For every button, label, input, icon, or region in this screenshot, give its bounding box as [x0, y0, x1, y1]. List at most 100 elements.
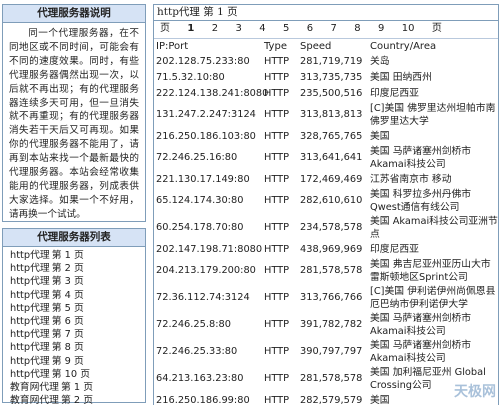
pager-prefix: 页: [160, 23, 170, 34]
ip-port-cell[interactable]: 222.124.138.241:8080: [154, 85, 268, 101]
table-row: 64.213.163.23:80 HTTP 281,578,578 美国 加利福尼亚州…: [154, 365, 498, 392]
type-cell: HTTP: [264, 243, 290, 255]
speed-cell: 235,500,516: [300, 87, 363, 99]
ip-port-cell[interactable]: 72.246.25.33:80: [154, 338, 262, 365]
speed-cell: 172,469,469: [300, 173, 363, 185]
speed-cell: 234,578,578: [300, 222, 363, 233]
speed-cell: 282,610,610: [300, 195, 363, 206]
proxy-list-link[interactable]: http代理第 10 页: [10, 368, 145, 381]
ip-port-cell[interactable]: 72.246.25.8:80: [154, 311, 262, 338]
proxy-table-panel: http代理 第 1 页 页 1 2 3 4 5 6 7 8 9 10 页 IP…: [153, 4, 499, 405]
pager-link[interactable]: 6: [307, 21, 313, 36]
proxy-info-text: 同一个代理服务器，在不同地区或不同时间，可能会有不同的速度效果。同时，有些代理服…: [9, 28, 139, 220]
ip-port-cell[interactable]: 131.247.2.247:3124: [154, 101, 262, 128]
proxy-list-panel: 代理服务器列表 http代理第 1 页 http代理第 2 页 http代理第 …: [2, 228, 146, 406]
ip-port-cell[interactable]: 216.250.186.99:80: [154, 392, 262, 406]
speed-cell: 391,782,782: [300, 319, 363, 330]
ip-port-cell[interactable]: 204.213.179.200:80: [154, 257, 262, 284]
table-row: 204.213.179.200:80 HTTP 281,578,578 美国 弗吉尼亚…: [154, 257, 498, 284]
table-row: 216.250.186.99:80 HTTP 282,579,579 美国: [154, 392, 498, 406]
table-row: 222.124.138.241:8080 HTTP 235,500,516 印度尼西亚: [154, 85, 498, 101]
table-row: 72.246.25.33:80 HTTP 390,797,797 美国 马萨诸塞州剑桥…: [154, 338, 498, 365]
pager-link[interactable]: 5: [283, 21, 289, 36]
type-cell: HTTP: [264, 195, 290, 206]
area-cell: 美国 马萨诸塞州剑桥市Akamai科技公司: [370, 339, 472, 364]
type-cell: HTTP: [264, 109, 290, 120]
area-cell: [C]美国 伊利诺伊州尚佩恩县厄巴纳市伊利诺伊大学: [370, 285, 496, 310]
pager-suffix: 页: [431, 23, 442, 34]
speed-cell: 390,797,797: [300, 346, 363, 357]
column-header-type: Type: [264, 40, 287, 52]
ip-port-cell[interactable]: 71.5.32.10:80: [154, 69, 262, 85]
area-cell: 美国 Akamai科技公司亚洲节点: [370, 215, 498, 240]
table-row: 202.128.75.233:80 HTTP 281,719,719 关岛: [154, 53, 498, 69]
speed-cell: 313,641,641: [300, 152, 363, 163]
proxy-table: IP:Port Type Speed Country/Area 202.128.…: [154, 39, 498, 406]
proxy-list-link[interactable]: http代理第 8 页: [10, 341, 145, 354]
pager-link[interactable]: 1: [187, 21, 194, 36]
table-row: 72.36.112.74:3124 HTTP 313,766,766 [C]美国 伊利…: [154, 284, 498, 311]
pager-link[interactable]: 3: [235, 21, 241, 36]
speed-cell: 438,969,969: [300, 243, 363, 255]
type-cell: HTTP: [264, 152, 290, 163]
proxy-list-link[interactable]: http代理第 3 页: [10, 275, 145, 288]
proxy-list-link[interactable]: 教育网代理第 1 页: [10, 381, 145, 394]
ip-port-cell[interactable]: 202.147.198.71:8080: [154, 241, 262, 257]
speed-cell: 313,735,735: [300, 71, 363, 83]
area-cell: 关岛: [370, 55, 390, 67]
type-cell: HTTP: [264, 373, 290, 384]
pager-link[interactable]: 4: [259, 21, 265, 36]
ip-port-cell[interactable]: 65.124.174.30:80: [154, 187, 262, 214]
ip-port-cell[interactable]: 72.246.25.16:80: [154, 144, 262, 171]
type-cell: HTTP: [264, 71, 290, 83]
ip-port-cell[interactable]: 202.128.75.233:80: [154, 53, 262, 69]
type-cell: HTTP: [264, 292, 290, 303]
speed-cell: 281,578,578: [300, 265, 363, 276]
type-cell: HTTP: [264, 222, 290, 233]
area-cell: 美国 马萨诸塞州剑桥市Akamai科技公司: [370, 145, 472, 170]
type-cell: HTTP: [264, 346, 290, 357]
table-row: 202.147.198.71:8080 HTTP 438,969,969 印度尼西亚: [154, 241, 498, 257]
pager-link[interactable]: 10: [402, 21, 415, 36]
table-row: 216.250.186.103:80 HTTP 328,765,765 美国: [154, 128, 498, 144]
proxy-list-title: 代理服务器列表: [3, 229, 145, 247]
proxy-list-link[interactable]: http代理第 6 页: [10, 315, 145, 328]
pager-link[interactable]: 7: [330, 21, 336, 36]
ip-port-cell[interactable]: 221.130.17.149:80: [154, 171, 262, 187]
pagination: 页 1 2 3 4 5 6 7 8 9 10 页: [154, 21, 498, 36]
type-cell: HTTP: [264, 173, 290, 185]
type-cell: HTTP: [264, 265, 290, 276]
type-cell: HTTP: [264, 55, 290, 67]
proxy-list-link[interactable]: 教育网代理第 2 页: [10, 394, 145, 407]
pager-link[interactable]: 8: [354, 21, 360, 36]
table-row: 65.124.174.30:80 HTTP 282,610,610 美国 科罗拉多州丹…: [154, 187, 498, 214]
table-row: 71.5.32.10:80 HTTP 313,735,735 美国 田纳西州: [154, 69, 498, 85]
proxy-list-link[interactable]: http代理第 1 页: [10, 249, 145, 262]
speed-cell: 281,719,719: [300, 55, 363, 67]
area-cell: 美国 科罗拉多州丹佛市Qwest通信有线公司: [370, 188, 472, 213]
area-cell: 美国 田纳西州: [370, 71, 432, 83]
table-row: 72.246.25.16:80 HTTP 313,641,641 美国 马萨诸塞州剑桥…: [154, 144, 498, 171]
proxy-list-link[interactable]: http代理第 7 页: [10, 328, 145, 341]
ip-port-cell[interactable]: 64.213.163.23:80: [154, 365, 262, 392]
proxy-info-panel: 代理服务器说明 同一个代理服务器，在不同地区或不同时间，可能会有不同的速度效果。…: [2, 4, 146, 222]
area-cell: 江苏省南京市 移动: [370, 173, 452, 185]
proxy-list-link[interactable]: http代理第 2 页: [10, 262, 145, 275]
proxy-list-link[interactable]: http代理第 9 页: [10, 355, 145, 368]
ip-port-cell[interactable]: 216.250.186.103:80: [154, 128, 262, 144]
ip-port-cell[interactable]: 60.254.178.70:80: [154, 214, 262, 241]
ip-port-cell[interactable]: 72.36.112.74:3124: [154, 284, 262, 311]
area-cell: 美国 马萨诸塞州剑桥市Akamai科技公司: [370, 312, 472, 337]
speed-cell: 328,765,765: [300, 130, 363, 142]
proxy-list-link[interactable]: http代理第 4 页: [10, 289, 145, 302]
pager-link[interactable]: 9: [378, 21, 384, 36]
type-cell: HTTP: [264, 87, 290, 99]
pager-link[interactable]: 2: [212, 21, 218, 36]
speed-cell: 281,578,578: [300, 373, 363, 384]
area-cell: 美国 弗吉尼亚州亚历山大市雷斯顿地区Sprint公司: [370, 258, 491, 283]
proxy-list-link[interactable]: http代理第 5 页: [10, 302, 145, 315]
area-cell: [C]美国 佛罗里达州坦帕市南佛罗里达大学: [370, 102, 496, 127]
area-cell: 印度尼西亚: [370, 243, 419, 255]
column-header-ip: IP:Port: [156, 40, 189, 52]
table-row: 221.130.17.149:80 HTTP 172,469,469 江苏省南京市 移…: [154, 171, 498, 187]
